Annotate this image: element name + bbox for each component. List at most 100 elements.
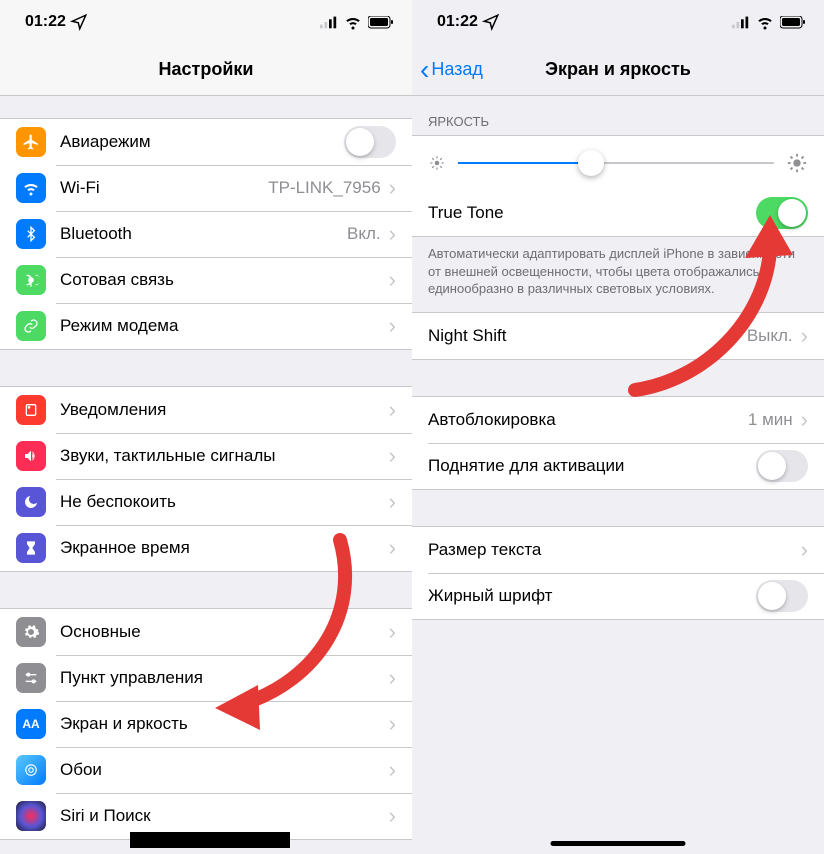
status-bar: 01:22 [412, 0, 824, 44]
row-label: True Tone [428, 203, 756, 223]
chevron-right-icon: › [389, 445, 396, 467]
nightshift-group: Night Shift Выкл. › [412, 312, 824, 360]
settings-group-general: Основные › Пункт управления › AA Экран и… [0, 608, 412, 840]
page-title: Настройки [159, 59, 254, 80]
row-label: Wi-Fi [60, 178, 268, 198]
settings-group-notifications: Уведомления › Звуки, тактильные сигналы … [0, 386, 412, 572]
back-label: Назад [431, 59, 483, 80]
nav-bar-display: ‹ Назад Экран и яркость [412, 44, 824, 96]
chevron-right-icon: › [389, 667, 396, 689]
redaction-bar [130, 832, 290, 848]
chevron-right-icon: › [389, 537, 396, 559]
row-label: Bluetooth [60, 224, 347, 244]
row-label: Обои [60, 760, 389, 780]
row-label: Экран и яркость [60, 714, 389, 734]
chevron-left-icon: ‹ [420, 56, 429, 84]
battery-icon [368, 16, 394, 29]
bell-icon [16, 395, 46, 425]
row-label: Размер текста [428, 540, 801, 560]
chevron-right-icon: › [389, 223, 396, 245]
chevron-right-icon: › [389, 269, 396, 291]
sun-small-icon [428, 154, 446, 172]
row-raise[interactable]: Поднятие для активации [412, 443, 824, 489]
sliders-icon [16, 663, 46, 693]
brightness-slider[interactable] [458, 162, 774, 164]
chevron-right-icon: › [389, 759, 396, 781]
wallpaper-icon [16, 755, 46, 785]
row-label: Пункт управления [60, 668, 389, 688]
chevron-right-icon: › [389, 713, 396, 735]
row-value: Выкл. [747, 326, 793, 346]
row-nightshift[interactable]: Night Shift Выкл. › [412, 313, 824, 359]
settings-group-connectivity: Авиарежим Wi-Fi TP-LINK_7956 › Bluetooth… [0, 118, 412, 350]
raise-toggle[interactable] [756, 450, 808, 482]
cellular-icon [320, 13, 338, 31]
row-bold[interactable]: Жирный шрифт [412, 573, 824, 619]
row-label: Siri и Поиск [60, 806, 389, 826]
row-value: 1 мин [748, 410, 793, 430]
row-autolock[interactable]: Автоблокировка 1 мин › [412, 397, 824, 443]
cellular-icon [732, 13, 750, 31]
wifi-status-icon [344, 13, 362, 31]
row-label: Звуки, тактильные сигналы [60, 446, 389, 466]
battery-icon [780, 16, 806, 29]
row-label: Авиарежим [60, 132, 344, 152]
wifi-icon [16, 173, 46, 203]
row-hotspot[interactable]: Режим модема › [0, 303, 412, 349]
page-title: Экран и яркость [545, 59, 691, 80]
row-dnd[interactable]: Не беспокоить › [0, 479, 412, 525]
status-time: 01:22 [437, 13, 478, 31]
row-controlcenter[interactable]: Пункт управления › [0, 655, 412, 701]
row-textsize[interactable]: Размер текста › [412, 527, 824, 573]
section-header-brightness: ЯРКОСТЬ [412, 96, 824, 135]
row-wallpaper[interactable]: Обои › [0, 747, 412, 793]
row-truetone[interactable]: True Tone [412, 190, 824, 236]
location-icon [482, 13, 500, 31]
truetone-description: Автоматически адаптировать дисплей iPhon… [412, 237, 824, 312]
row-label: Поднятие для активации [428, 456, 756, 476]
row-value: Вкл. [347, 224, 381, 244]
row-label: Экранное время [60, 538, 389, 558]
row-value: TP-LINK_7956 [268, 178, 380, 198]
chevron-right-icon: › [801, 409, 808, 431]
row-notifications[interactable]: Уведомления › [0, 387, 412, 433]
row-label: Не беспокоить [60, 492, 389, 512]
chevron-right-icon: › [801, 325, 808, 347]
nav-bar-settings: Настройки [0, 44, 412, 96]
chevron-right-icon: › [389, 315, 396, 337]
row-display[interactable]: AA Экран и яркость › [0, 701, 412, 747]
chevron-right-icon: › [389, 621, 396, 643]
row-wifi[interactable]: Wi-Fi TP-LINK_7956 › [0, 165, 412, 211]
airplane-toggle[interactable] [344, 126, 396, 158]
bold-toggle[interactable] [756, 580, 808, 612]
row-airplane[interactable]: Авиарежим [0, 119, 412, 165]
speaker-icon [16, 441, 46, 471]
textsize-icon: AA [16, 709, 46, 739]
siri-icon [16, 801, 46, 831]
row-screentime[interactable]: Экранное время › [0, 525, 412, 571]
autolock-group: Автоблокировка 1 мин › Поднятие для акти… [412, 396, 824, 490]
row-label: Жирный шрифт [428, 586, 756, 606]
row-bluetooth[interactable]: Bluetooth Вкл. › [0, 211, 412, 257]
airplane-icon [16, 127, 46, 157]
location-icon [70, 13, 88, 31]
link-icon [16, 311, 46, 341]
row-general[interactable]: Основные › [0, 609, 412, 655]
hourglass-icon [16, 533, 46, 563]
chevron-right-icon: › [389, 805, 396, 827]
bluetooth-icon [16, 219, 46, 249]
row-label: Автоблокировка [428, 410, 748, 430]
row-label: Основные [60, 622, 389, 642]
truetone-toggle[interactable] [756, 197, 808, 229]
home-indicator [551, 841, 686, 846]
back-button[interactable]: ‹ Назад [420, 56, 483, 84]
row-label: Night Shift [428, 326, 747, 346]
phone-display-brightness: 01:22 ‹ Назад Экран и яркость ЯРКОСТЬ Tr… [412, 0, 824, 854]
wifi-status-icon [756, 13, 774, 31]
chevron-right-icon: › [389, 491, 396, 513]
moon-icon [16, 487, 46, 517]
chevron-right-icon: › [801, 539, 808, 561]
row-sounds[interactable]: Звуки, тактильные сигналы › [0, 433, 412, 479]
row-cellular[interactable]: Сотовая связь › [0, 257, 412, 303]
row-label: Сотовая связь [60, 270, 389, 290]
